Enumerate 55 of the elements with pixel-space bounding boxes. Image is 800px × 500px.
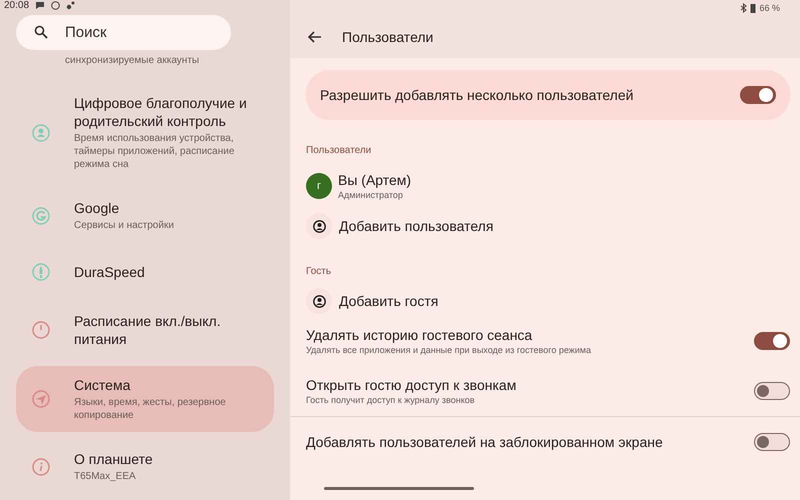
section-header: Пользователи bbox=[306, 145, 372, 157]
sidebar-item[interactable]: DuraSpeed bbox=[16, 250, 274, 294]
main-switch-card[interactable]: Разрешить добавлять несколько пользователей bbox=[306, 70, 790, 120]
user-role: Администратор bbox=[338, 190, 404, 200]
setting-title: Открыть гостю доступ к звонкам bbox=[306, 377, 516, 393]
sidebar-item[interactable]: Расписание вкл./выкл. питания bbox=[16, 302, 274, 358]
setting-title: Удалять историю гостевого сеанса bbox=[306, 327, 534, 343]
section-header: Гость bbox=[306, 266, 332, 278]
settings-row[interactable]: Открыть гостю доступ к звонкам Гость получит доступ к журналу звонков bbox=[306, 366, 790, 416]
user-name: Вы (Артем) bbox=[338, 172, 412, 188]
item-title: Система bbox=[74, 376, 132, 394]
item-subtitle: Сервисы и настройки bbox=[74, 219, 175, 232]
person-icon bbox=[32, 124, 50, 142]
person-icon bbox=[312, 220, 326, 232]
add-guest-item[interactable]: Добавить гостя bbox=[306, 286, 438, 316]
power-icon bbox=[32, 321, 50, 339]
search-icon bbox=[34, 25, 48, 39]
info-icon bbox=[32, 458, 50, 476]
sidebar-item[interactable]: Система Языки, время, жесты, резервное копирование bbox=[16, 366, 274, 432]
send-icon bbox=[32, 390, 50, 408]
search-field[interactable]: Поиск bbox=[16, 15, 231, 50]
setting-subtitle: Удалять все приложения и данные при выходе из гостевого режима bbox=[306, 345, 591, 355]
status-time: 20:08 bbox=[4, 0, 30, 11]
bluetooth-icon bbox=[740, 3, 748, 13]
chat-icon bbox=[35, 1, 46, 10]
toggle-switch[interactable] bbox=[754, 382, 790, 400]
sidebar-item[interactable]: Цифровое благополучие и родительский контроль Время использования устройства, таймеры приложений, расписание режима сна bbox=[16, 84, 274, 181]
sidebar-item[interactable]: О планшете T65Max_EEA bbox=[16, 440, 274, 493]
battery-percent: 66 % bbox=[759, 3, 780, 13]
item-subtitle: Время использования устройства, таймеры приложений, расписание режима сна bbox=[74, 132, 236, 171]
add-user-item[interactable]: Добавить пользователя bbox=[306, 211, 494, 241]
person-icon bbox=[312, 294, 326, 308]
data-saver-icon bbox=[51, 1, 60, 10]
sidebar-item[interactable]: Google Сервисы и настройки bbox=[16, 189, 274, 242]
item-title: DuraSpeed bbox=[74, 263, 146, 281]
setting-title: Добавлять пользователей на заблокированном экране bbox=[306, 434, 663, 450]
setting-subtitle: Гость получит доступ к журналу звонков bbox=[306, 395, 476, 405]
user-avatar: г bbox=[306, 173, 332, 199]
page-title: Пользователи bbox=[342, 29, 434, 45]
toggle-switch[interactable] bbox=[754, 332, 790, 350]
switch-label: Разрешить добавлять несколько пользователей bbox=[320, 87, 634, 103]
settings-row[interactable]: Удалять историю гостевого сеанса Удалять все приложения и данные при выходе из гостевого режима bbox=[306, 316, 790, 366]
item-title: Цифровое благополучие и родительский контроль bbox=[74, 94, 248, 130]
item-title: Google bbox=[74, 199, 120, 217]
back-arrow-icon[interactable] bbox=[308, 31, 322, 43]
toggle-switch[interactable] bbox=[740, 86, 776, 104]
toggle-switch[interactable] bbox=[754, 433, 790, 451]
letter-g-icon bbox=[32, 206, 50, 224]
battery-icon bbox=[750, 3, 756, 13]
item-subtitle: T65Max_EEA bbox=[74, 470, 137, 483]
item-subtitle: синхронизируемые аккаунты bbox=[65, 55, 200, 66]
item-subtitle: Языки, время, жесты, резервное копирование bbox=[74, 396, 227, 422]
settings-row[interactable]: Добавлять пользователей на заблокированном экране bbox=[306, 417, 790, 467]
item-title: О планшете bbox=[74, 450, 154, 468]
item-title: Расписание вкл./выкл. питания bbox=[74, 312, 222, 348]
